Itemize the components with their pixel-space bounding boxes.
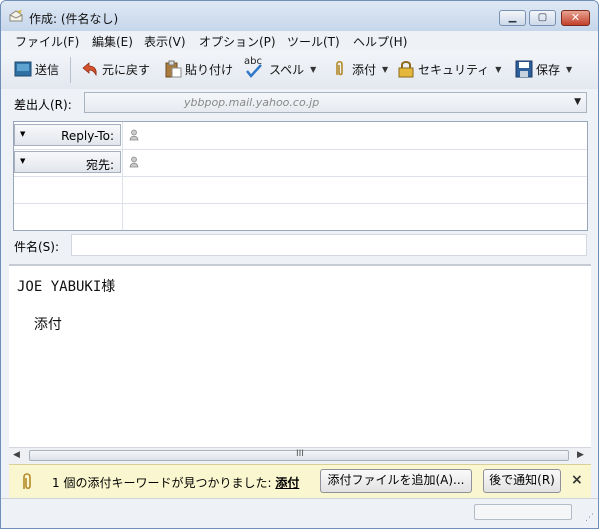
close-icon: ✕ [570,11,581,24]
recipient-row-empty[interactable] [14,176,587,204]
person-icon [129,156,139,168]
floppy-disk-icon [515,60,533,78]
close-icon[interactable]: × [571,472,583,488]
recipient-row-empty[interactable] [14,203,587,230]
attachment-reminder-text: 1 個の添付キーワードが見つかりました: 添付 [52,474,299,491]
menu-view[interactable]: 表示(V) [144,33,186,50]
reminder-keyword: 添付 [275,476,300,490]
menu-file[interactable]: ファイル(F) [15,33,79,50]
subject-input[interactable] [71,234,587,256]
subject-label: 件名(S): [14,240,60,254]
security-button[interactable]: セキュリティ ▼ [397,58,501,80]
body-line: JOE YABUKI様 [17,279,116,295]
recipient-list: ▼ Reply-To: ▼ 宛先: [13,121,588,231]
toolbar-separator [70,57,71,83]
spell-dropdown-icon[interactable]: ▼ [310,65,316,74]
person-icon [129,129,139,141]
undo-button[interactable]: 元に戻す [81,58,150,80]
paperclip-icon [336,60,343,76]
paperclip-icon [23,473,31,490]
recipient-type-label: 宛先: [85,158,114,172]
maximize-icon: ▢ [537,12,548,23]
scroll-left-icon[interactable]: ◀ [13,450,20,460]
minimize-button[interactable]: ▁ [499,10,526,26]
reminder-message: 1 個の添付キーワードが見つかりました: [52,476,276,490]
security-label: セキュリティ [418,62,490,77]
attachment-reminder-bar: 1 個の添付キーワードが見つかりました: 添付 添付ファイルを追加(A)... … [9,464,591,498]
attach-label: 添付 [352,62,377,77]
recipient-row: ▼ 宛先: [14,149,587,177]
remind-later-button[interactable]: 後で通知(R) [483,469,561,493]
chevron-down-icon: ▼ [574,97,581,107]
from-account-select[interactable]: ybbpop.mail.yahoo.co.jp ▼ [84,92,587,113]
paste-button[interactable]: 貼り付け [164,58,233,80]
recipient-type-select[interactable]: ▼ 宛先: [14,151,121,173]
spell-label: スペル [269,62,305,77]
scrollbar-grip: III [296,449,304,459]
menu-options[interactable]: オプション(P) [199,33,276,50]
chevron-down-icon: ▼ [20,157,26,165]
attach-button[interactable]: 添付 ▼ [331,58,388,80]
scroll-right-icon[interactable]: ▶ [577,450,584,460]
menu-help[interactable]: ヘルプ(H) [353,33,407,50]
minimize-icon: ▁ [508,12,517,23]
recipient-row: ▼ Reply-To: [14,122,587,150]
paste-label: 貼り付け [185,62,234,77]
compose-app-icon [9,10,23,22]
send-button[interactable]: 送信 [14,58,59,80]
undo-label: 元に戻す [102,62,151,77]
menu-edit[interactable]: 編集(E) [92,33,133,50]
recipient-type-label: Reply-To: [61,129,114,143]
from-row: 差出人(R): ybbpop.mail.yahoo.co.jp ▼ [1,89,598,117]
spell-button[interactable]: abc スペル ▼ [244,56,316,80]
window-title: 作成: (件名なし) [29,12,119,26]
title-bar: 作成: (件名なし) ▁ ▢ ✕ [1,1,598,31]
from-label: 差出人(R): [14,98,72,112]
attach-dropdown-icon[interactable]: ▼ [382,65,388,74]
send-icon [14,61,32,77]
spell-check-icon: abc [244,56,266,79]
maximize-button[interactable]: ▢ [529,10,556,26]
status-progress-panel [474,504,572,520]
save-button[interactable]: 保存 ▼ [515,58,572,80]
menu-tools[interactable]: ツール(T) [287,33,340,50]
close-window-button[interactable]: ✕ [561,10,590,26]
save-label: 保存 [536,62,561,77]
menu-bar: ファイル(F) 編集(E) 表示(V) オプション(P) ツール(T) ヘルプ(… [1,31,598,51]
status-bar: ⋰ [1,498,598,528]
body-line: 添付 [17,317,62,333]
send-label: 送信 [35,62,60,77]
scrollbar-thumb[interactable]: III [29,449,569,461]
compose-window: 作成: (件名なし) ▁ ▢ ✕ ファイル(F) 編集(E) 表示(V) オプシ… [0,0,599,529]
message-body[interactable]: JOE YABUKI様 添付 [9,264,591,451]
resize-grip-icon[interactable]: ⋰ [585,513,594,523]
add-attachment-button[interactable]: 添付ファイルを追加(A)... [320,469,472,493]
paste-icon [165,60,182,78]
horizontal-scrollbar[interactable]: ◀ III ▶ [9,447,591,464]
chevron-down-icon: ▼ [20,130,26,138]
security-dropdown-icon[interactable]: ▼ [495,65,501,74]
undo-icon [82,62,97,77]
toolbar: 送信 元に戻す 貼り付け abc スペル ▼ 添付 ▼ セキュリティ ▼ 保存 … [1,51,598,90]
from-account-value: ybbpop.mail.yahoo.co.jp [184,96,320,109]
save-dropdown-icon[interactable]: ▼ [566,65,572,74]
padlock-icon [398,61,414,78]
checkmark-icon [246,64,262,78]
recipient-type-select[interactable]: ▼ Reply-To: [14,124,121,146]
